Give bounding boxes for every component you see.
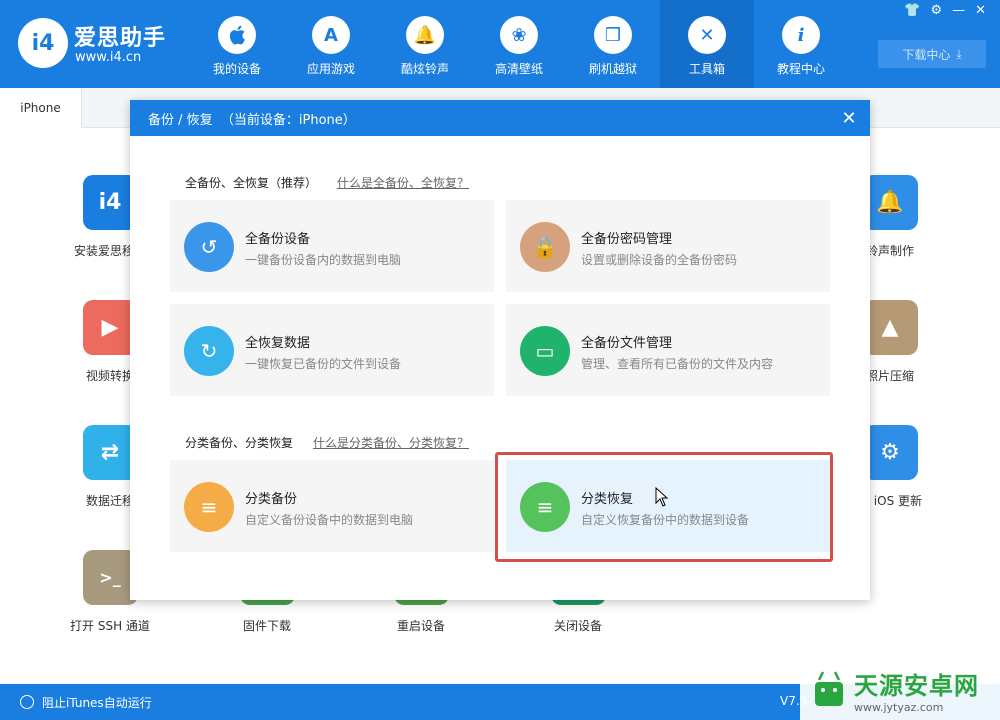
nav-ringtones[interactable]: 🔔 酷炫铃声: [378, 0, 472, 88]
tools-icon: ✕: [688, 16, 726, 54]
section-heading: 全备份、全恢复（推荐）: [185, 176, 318, 190]
card-full-restore[interactable]: ↻ 全恢复数据 一键恢复已备份的文件到设备: [170, 304, 494, 396]
mouse-cursor-icon: [655, 487, 669, 507]
nav-label: 高清壁纸: [494, 62, 543, 76]
nav-apps[interactable]: A 应用游戏: [284, 0, 378, 88]
skin-icon[interactable]: 👕: [904, 3, 920, 18]
card-desc: 自定义备份设备中的数据到电脑: [245, 513, 414, 527]
nav-label: 酷炫铃声: [400, 62, 449, 76]
block-itunes-radio[interactable]: [20, 695, 34, 709]
card-desc: 一键备份设备内的数据到电脑: [245, 253, 402, 267]
nav-label: 教程中心: [776, 62, 825, 76]
what-is-full-backup-link[interactable]: 什么是全备份、全恢复？: [337, 174, 469, 191]
card-backup-files[interactable]: ▭ 全备份文件管理 管理、查看所有已备份的文件及内容: [506, 304, 830, 396]
section-heading: 分类备份、分类恢复: [185, 436, 294, 450]
tool-label: 铃声制作: [865, 244, 914, 258]
nav-flash-jailbreak[interactable]: ❒ 刷机越狱: [566, 0, 660, 88]
card-title: 全备份设备: [245, 232, 311, 247]
ios-update-icon: ⚙: [862, 425, 918, 480]
card-title: 全备份密码管理: [581, 232, 673, 247]
ringtone-icon: 🔔: [862, 175, 918, 230]
what-is-category-backup-link[interactable]: 什么是分类备份、分类恢复？: [313, 434, 469, 451]
card-desc: 设置或删除设备的全备份密码: [581, 253, 738, 267]
dialog-close-icon[interactable]: ✕: [838, 107, 860, 129]
watermark-title: 天源安卓网: [854, 672, 979, 700]
restore-icon: ↻: [184, 326, 234, 376]
card-category-backup[interactable]: ≡ 分类备份 自定义备份设备中的数据到电脑: [170, 460, 494, 552]
settings-gear-icon[interactable]: ⚙: [930, 3, 942, 18]
card-title: 分类备份: [245, 492, 298, 507]
box-icon: ❒: [594, 16, 632, 54]
download-label: 下载中心: [902, 47, 951, 62]
app-url: www.i4.cn: [75, 50, 142, 65]
bell-icon: 🔔: [406, 16, 444, 54]
android-logo-icon: [804, 665, 854, 715]
nav-tutorials[interactable]: i 教程中心: [754, 0, 848, 88]
window-close-icon[interactable]: ✕: [975, 3, 986, 18]
app-store-icon: A: [312, 16, 350, 54]
nav-label: 刷机越狱: [588, 62, 637, 76]
folder-icon: ▭: [520, 326, 570, 376]
site-watermark: 天源安卓网 www.jytyaz.com: [800, 660, 1000, 720]
category-backup-section-header: 分类备份、分类恢复 什么是分类备份、分类恢复？: [185, 434, 469, 451]
flower-icon: ❀: [500, 16, 538, 54]
watermark-url: www.jytyaz.com: [854, 701, 944, 714]
window-controls: 👕 ⚙ — ✕: [904, 3, 986, 18]
tab-iphone[interactable]: iPhone: [0, 88, 82, 128]
tool-label: 数据迁移: [85, 494, 134, 508]
card-title: 全备份文件管理: [581, 336, 673, 351]
tool-label: 关闭设备: [553, 619, 602, 633]
dialog-title: 备份 / 恢复 （当前设备：iPhone）: [148, 112, 356, 128]
card-desc: 管理、查看所有已备份的文件及内容: [581, 357, 774, 371]
info-icon: i: [782, 16, 820, 54]
download-center-button[interactable]: 下载中心 ⤓: [878, 40, 986, 68]
highlight-frame: [495, 452, 833, 562]
lock-icon: 🔒: [520, 222, 570, 272]
download-icon: ⤓: [956, 46, 962, 61]
tool-label: 视频转换: [85, 369, 134, 383]
tool-label: 重启设备: [396, 619, 445, 633]
backup-icon: ↺: [184, 222, 234, 272]
category-backup-icon: ≡: [184, 482, 234, 532]
minimize-icon[interactable]: —: [952, 3, 965, 18]
photo-compress-icon: ▲: [862, 300, 918, 355]
card-full-backup[interactable]: ↺ 全备份设备 一键备份设备内的数据到电脑: [170, 200, 494, 292]
nav-label: 我的设备: [212, 62, 261, 76]
block-itunes-label[interactable]: 阻止iTunes自动运行: [42, 694, 152, 711]
nav-label: 工具箱: [688, 62, 725, 76]
app-header: i4 爱思助手 www.i4.cn 我的设备 A 应用游戏 🔔 酷炫铃声 ❀ 高…: [0, 0, 1000, 88]
full-backup-section-header: 全备份、全恢复（推荐） 什么是全备份、全恢复？: [185, 174, 469, 191]
tool-label: 照片压缩: [865, 369, 914, 383]
apple-icon: [218, 16, 256, 54]
dialog-title-bar: 备份 / 恢复 （当前设备：iPhone） ✕: [130, 100, 870, 136]
nav-label: 应用游戏: [306, 62, 355, 76]
tool-label: 固件下载: [242, 619, 291, 633]
nav-toolbox[interactable]: ✕ 工具箱: [660, 0, 754, 88]
card-backup-password[interactable]: 🔒 全备份密码管理 设置或删除设备的全备份密码: [506, 200, 830, 292]
card-title: 全恢复数据: [245, 336, 311, 351]
tool-label: 打开 SSH 通道: [70, 619, 150, 633]
i4-logo-icon: i4: [18, 18, 68, 68]
app-name: 爱思助手: [74, 26, 167, 51]
nav-wallpapers[interactable]: ❀ 高清壁纸: [472, 0, 566, 88]
nav-my-device[interactable]: 我的设备: [190, 0, 284, 88]
card-desc: 一键恢复已备份的文件到设备: [245, 357, 402, 371]
main-nav: 我的设备 A 应用游戏 🔔 酷炫铃声 ❀ 高清壁纸 ❒ 刷机越狱 ✕ 工具箱 i…: [190, 0, 848, 88]
